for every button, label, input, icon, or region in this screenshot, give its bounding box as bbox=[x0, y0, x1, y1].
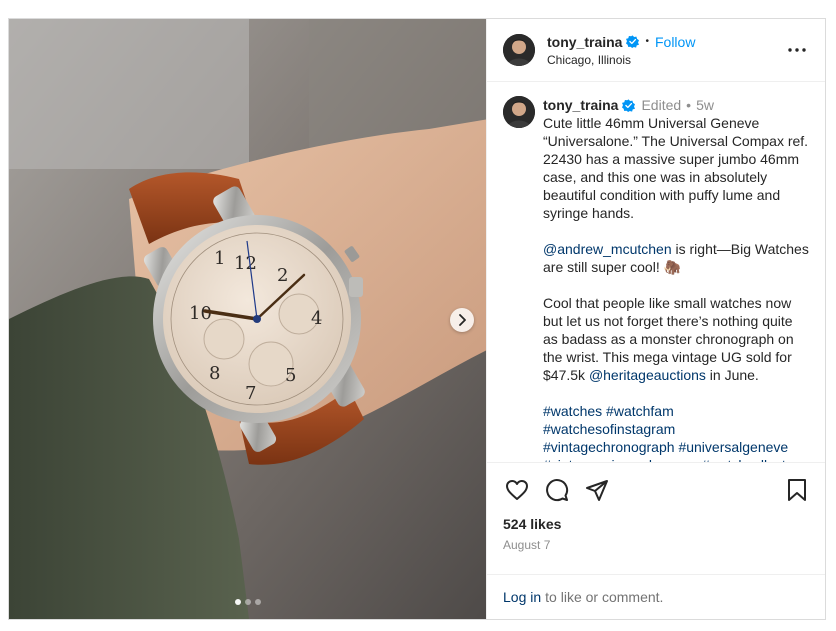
avatar[interactable] bbox=[503, 34, 535, 66]
comment-button[interactable] bbox=[541, 474, 573, 506]
hashtag-list: #watches #watchfam #watchesofinstagram #vi… bbox=[543, 402, 809, 462]
mention-link[interactable]: @andrew_mcutchen bbox=[543, 241, 672, 257]
action-bar bbox=[487, 462, 825, 516]
separator-dot: • bbox=[686, 97, 692, 113]
login-link[interactable]: Log in bbox=[503, 589, 541, 605]
hashtag-line: #watches #watchfam bbox=[543, 402, 809, 420]
avatar-image bbox=[503, 96, 535, 128]
post-modal: 1 10 8 7 2 4 5 12 tony_traina • Follow C… bbox=[8, 18, 826, 620]
caption-paragraph-2: @andrew_mcutchen is right—Big Watches ar… bbox=[543, 240, 809, 276]
carousel-dot bbox=[234, 599, 241, 605]
edited-label: Edited bbox=[641, 97, 682, 113]
caption-paragraph-3: Cool that people like small watches now … bbox=[543, 294, 809, 384]
heart-icon bbox=[506, 479, 528, 500]
login-prompt: Log in to like or comment. bbox=[487, 574, 825, 619]
svg-text:2: 2 bbox=[277, 265, 288, 286]
next-photo-button[interactable] bbox=[450, 308, 474, 332]
hashtag-link[interactable]: #watchesofinstagram bbox=[543, 421, 675, 437]
post-header: tony_traina • Follow Chicago, Illinois bbox=[487, 19, 825, 82]
caption-paragraph-1: Cute little 46mm Universal Geneve “Unive… bbox=[543, 115, 809, 221]
caption-text: tony_traina Edited • 5w Cute little 46mm… bbox=[543, 96, 809, 462]
likes-count[interactable]: 524 likes bbox=[487, 516, 825, 536]
chevron-right-icon bbox=[459, 314, 466, 326]
avatar-image bbox=[503, 34, 535, 66]
caption-area: tony_traina Edited • 5w Cute little 46mm… bbox=[487, 82, 825, 462]
post-time-ago[interactable]: 5w bbox=[696, 96, 714, 114]
hashtag-link[interactable]: #vintagechronograph bbox=[543, 439, 675, 455]
post-date[interactable]: August 7 bbox=[487, 538, 825, 574]
separator-dot: • bbox=[645, 36, 649, 47]
follow-button[interactable]: Follow bbox=[655, 34, 695, 50]
watch-on-wrist-image: 1 10 8 7 2 4 5 12 bbox=[9, 19, 486, 619]
svg-text:12: 12 bbox=[234, 253, 257, 274]
mention-link[interactable]: @heritageauctions bbox=[589, 367, 706, 383]
svg-text:7: 7 bbox=[245, 383, 256, 404]
svg-text:5: 5 bbox=[285, 365, 296, 386]
login-prompt-text: to like or comment. bbox=[545, 589, 664, 605]
header-text: tony_traina • Follow Chicago, Illinois bbox=[547, 34, 785, 67]
post-details-panel: tony_traina • Follow Chicago, Illinois t… bbox=[486, 19, 825, 619]
carousel-dot bbox=[244, 599, 251, 605]
carousel-indicator bbox=[9, 599, 486, 605]
like-button[interactable] bbox=[501, 474, 533, 506]
hashtag-link[interactable]: #watches bbox=[543, 403, 602, 419]
verified-badge-icon bbox=[626, 35, 640, 48]
hashtag-line: #vintagechronograph #universalgeneve bbox=[543, 438, 809, 456]
more-options-button[interactable] bbox=[785, 38, 809, 62]
save-button[interactable] bbox=[781, 474, 813, 506]
comment-icon bbox=[546, 478, 569, 501]
caption-text-span: in June. bbox=[705, 367, 759, 383]
hashtag-link[interactable]: #watchfam bbox=[606, 403, 674, 419]
carousel-dot bbox=[254, 599, 261, 605]
bookmark-icon bbox=[788, 478, 806, 501]
hashtag-link[interactable]: #universalgeneve bbox=[678, 439, 788, 455]
share-button[interactable] bbox=[581, 474, 613, 506]
svg-text:4: 4 bbox=[311, 308, 322, 329]
share-icon bbox=[586, 479, 608, 501]
post-photo[interactable]: 1 10 8 7 2 4 5 12 bbox=[9, 19, 486, 619]
caption-username[interactable]: tony_traina bbox=[543, 96, 618, 114]
svg-text:1: 1 bbox=[214, 248, 225, 269]
svg-text:8: 8 bbox=[209, 363, 220, 384]
location-link[interactable]: Chicago, Illinois bbox=[547, 53, 785, 67]
hashtag-line: #watchesofinstagram bbox=[543, 420, 809, 438]
avatar[interactable] bbox=[503, 96, 535, 128]
verified-badge-icon bbox=[622, 98, 636, 112]
more-options-icon bbox=[788, 48, 806, 52]
header-username[interactable]: tony_traina bbox=[547, 34, 622, 50]
svg-text:10: 10 bbox=[189, 303, 212, 324]
